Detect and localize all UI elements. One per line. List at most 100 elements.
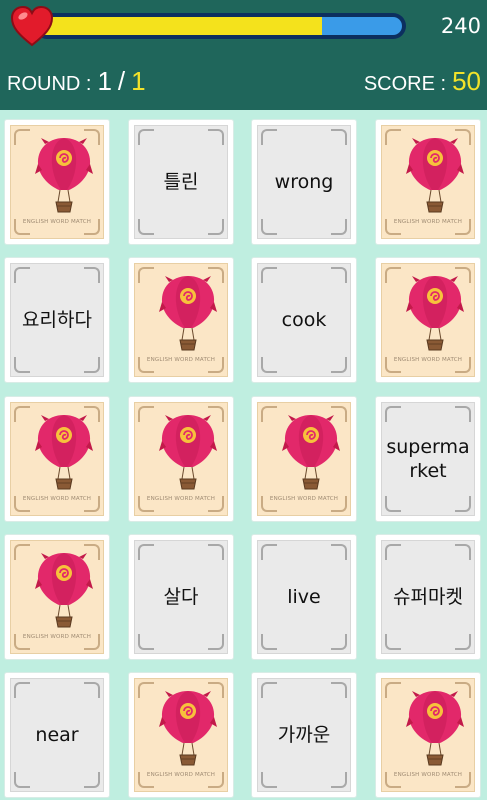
- card-corner-ornament: [261, 267, 277, 283]
- card-corner-ornament: [261, 634, 277, 650]
- card-corner-ornament: [385, 129, 401, 145]
- card-back-caption: ENGLISH WORD MATCH: [146, 496, 216, 502]
- balloon-icon: [35, 138, 93, 213]
- card-corner-ornament: [455, 544, 471, 560]
- card-corner-ornament: [331, 634, 347, 650]
- card-face-down[interactable]: ENGLISH WORD MATCH: [129, 397, 233, 521]
- card-corner-ornament: [261, 772, 277, 788]
- card-face-down[interactable]: ENGLISH WORD MATCH: [376, 120, 480, 244]
- card-corner-ornament: [385, 634, 401, 650]
- card-word-text: 요리하다: [22, 309, 92, 331]
- card-corner-ornament: [331, 129, 347, 145]
- card-face-down[interactable]: ENGLISH WORD MATCH: [376, 258, 480, 382]
- card-corner-ornament: [261, 682, 277, 698]
- round-label: ROUND :: [7, 73, 92, 95]
- card-corner-ornament: [385, 267, 401, 283]
- card-word[interactable]: near: [5, 673, 109, 797]
- card-corner-ornament: [138, 682, 154, 698]
- card-word-text: supermarket: [386, 436, 470, 482]
- card-word[interactable]: 살다: [129, 535, 233, 659]
- card-corner-ornament: [84, 772, 100, 788]
- card-corner-ornament: [84, 267, 100, 283]
- card-face-down[interactable]: ENGLISH WORD MATCH: [252, 397, 356, 521]
- card-corner-ornament: [385, 682, 401, 698]
- balloon-icon: [159, 415, 217, 490]
- card-face-down[interactable]: ENGLISH WORD MATCH: [376, 673, 480, 797]
- card-corner-ornament: [331, 682, 347, 698]
- time-bar-fill: [38, 17, 322, 35]
- card-back-caption: ENGLISH WORD MATCH: [22, 219, 92, 225]
- card-word-text: 살다: [163, 586, 199, 608]
- card-corner-ornament: [261, 544, 277, 560]
- card-corner-ornament: [14, 406, 30, 422]
- card-word[interactable]: wrong: [252, 120, 356, 244]
- card-corner-ornament: [208, 544, 224, 560]
- card-corner-ornament: [385, 544, 401, 560]
- card-corner-ornament: [261, 406, 277, 422]
- card-corner-ornament: [385, 406, 401, 422]
- card-word-text: wrong: [274, 171, 334, 193]
- score-indicator: SCORE :50: [364, 66, 481, 97]
- card-face-down[interactable]: ENGLISH WORD MATCH: [5, 397, 109, 521]
- card-corner-ornament: [331, 357, 347, 373]
- card-back-caption: ENGLISH WORD MATCH: [22, 496, 92, 502]
- card-word[interactable]: cook: [252, 258, 356, 382]
- card-word[interactable]: 가까운: [252, 673, 356, 797]
- card-face-down[interactable]: ENGLISH WORD MATCH: [5, 535, 109, 659]
- card-corner-ornament: [14, 772, 30, 788]
- game-hud: 240 ROUND :1/1 SCORE :50: [0, 0, 487, 110]
- heart-icon: [10, 5, 54, 47]
- card-face-down[interactable]: ENGLISH WORD MATCH: [129, 258, 233, 382]
- card-corner-ornament: [261, 129, 277, 145]
- card-corner-ornament: [455, 406, 471, 422]
- card-board: ENGLISH WORD MATCH 틀린 wrong ENGLISH WORD MA…: [0, 110, 487, 800]
- balloon-icon: [406, 691, 464, 766]
- card-word-text: live: [287, 586, 321, 608]
- balloon-icon: [35, 415, 93, 490]
- card-corner-ornament: [208, 634, 224, 650]
- card-corner-ornament: [331, 544, 347, 560]
- card-corner-ornament: [14, 129, 30, 145]
- card-corner-ornament: [14, 267, 30, 283]
- round-indicator: ROUND :1/1: [7, 66, 146, 97]
- card-corner-ornament: [14, 682, 30, 698]
- card-corner-ornament: [14, 357, 30, 373]
- card-corner-ornament: [331, 267, 347, 283]
- card-word[interactable]: 슈퍼마켓: [376, 535, 480, 659]
- card-back-caption: ENGLISH WORD MATCH: [269, 496, 339, 502]
- card-corner-ornament: [138, 267, 154, 283]
- balloon-icon: [282, 415, 340, 490]
- card-corner-ornament: [138, 129, 154, 145]
- card-word[interactable]: 틀린: [129, 120, 233, 244]
- card-corner-ornament: [208, 219, 224, 235]
- card-back-caption: ENGLISH WORD MATCH: [393, 219, 463, 225]
- balloon-icon: [159, 691, 217, 766]
- card-word-text: 슈퍼마켓: [393, 586, 463, 608]
- card-back-caption: ENGLISH WORD MATCH: [22, 634, 92, 640]
- card-back-caption: ENGLISH WORD MATCH: [146, 357, 216, 363]
- balloon-icon: [159, 276, 217, 351]
- card-corner-ornament: [138, 634, 154, 650]
- card-corner-ornament: [261, 357, 277, 373]
- card-back-caption: ENGLISH WORD MATCH: [393, 772, 463, 778]
- card-word-text: 가까운: [277, 724, 331, 746]
- card-corner-ornament: [261, 219, 277, 235]
- round-current: 1: [97, 66, 112, 96]
- card-corner-ornament: [208, 129, 224, 145]
- balloon-icon: [35, 553, 93, 628]
- card-back-caption: ENGLISH WORD MATCH: [393, 357, 463, 363]
- card-corner-ornament: [138, 406, 154, 422]
- card-corner-ornament: [455, 496, 471, 512]
- card-corner-ornament: [138, 219, 154, 235]
- card-word[interactable]: live: [252, 535, 356, 659]
- card-corner-ornament: [14, 544, 30, 560]
- card-face-down[interactable]: ENGLISH WORD MATCH: [5, 120, 109, 244]
- card-corner-ornament: [455, 634, 471, 650]
- card-corner-ornament: [385, 496, 401, 512]
- card-word[interactable]: 요리하다: [5, 258, 109, 382]
- timer-value: 240: [440, 14, 481, 38]
- time-bar: [34, 13, 406, 39]
- card-word[interactable]: supermarket: [376, 397, 480, 521]
- card-corner-ornament: [331, 772, 347, 788]
- card-face-down[interactable]: ENGLISH WORD MATCH: [129, 673, 233, 797]
